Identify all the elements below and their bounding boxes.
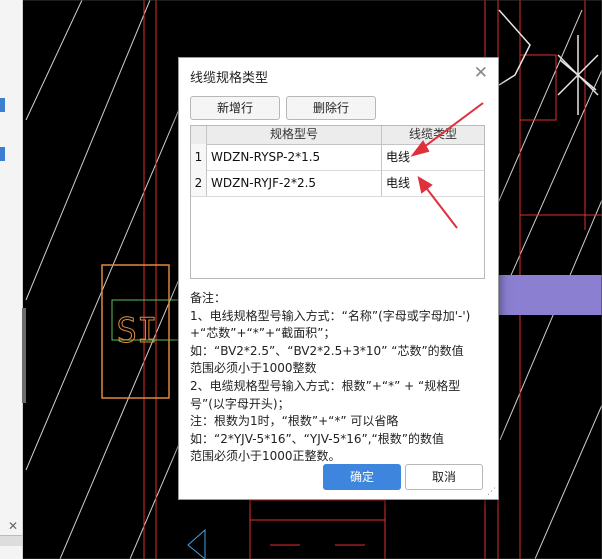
row-number: 2 [191, 170, 207, 196]
splitter-handle[interactable] [22, 308, 26, 403]
note-line: 如：“2*YJV-5*16”、“YJV-5*16”,“根数”的数值 [190, 431, 444, 446]
panel-selection-marker[interactable] [0, 147, 5, 161]
cable-type-cell[interactable]: 电线 [382, 170, 484, 196]
table-header: 规格型号 线缆类型 [191, 126, 484, 145]
row-number: 1 [191, 144, 207, 170]
panel-scrollbar[interactable] [0, 535, 22, 546]
ok-button[interactable]: 确定 [323, 464, 401, 490]
column-header-spec[interactable]: 规格型号 [207, 126, 382, 144]
spec-table: 规格型号 线缆类型 1 WDZN-RYSP-2*1.5 电线 2 WDZN-RY… [190, 125, 485, 279]
resize-grip-icon[interactable]: ⋰ [487, 488, 496, 497]
spec-cell[interactable]: WDZN-RYJF-2*2.5 [207, 170, 382, 196]
corner-marker [187, 528, 206, 559]
note-line: 号”(以字母开头)； [190, 396, 290, 411]
delete-row-button[interactable]: 删除行 [286, 96, 376, 120]
add-row-button[interactable]: 新增行 [190, 96, 280, 120]
table-row[interactable]: 2 WDZN-RYJF-2*2.5 电线 [191, 170, 484, 197]
dialog-title: 线缆规格类型 [190, 71, 269, 86]
column-header-cable-type[interactable]: 线缆类型 [382, 126, 484, 144]
corner-cell [191, 126, 207, 144]
note-line: +“芯数”+“*”+“截面积”； [190, 326, 336, 341]
note-line: 范围必须小于1000整数 [190, 361, 317, 376]
note-line: 注：根数为1时，“根数”+“*” 可以省略 [190, 414, 399, 429]
note-line: 1、电线规格型号输入方式：“名称”(字母或字母加'-') [190, 308, 471, 323]
note-line: 如：“BV2*2.5”、“BV2*2.5+3*10” “芯数”的数值 [190, 343, 464, 358]
selected-band [498, 275, 602, 315]
note-line: 备注： [190, 291, 227, 305]
cable-type-cell[interactable]: 电线 [382, 144, 484, 170]
table-row[interactable]: 1 WDZN-RYSP-2*1.5 电线 [191, 144, 484, 171]
white-symbols [498, 9, 599, 115]
notes-text: 备注： 1、电线规格型号输入方式：“名称”(字母或字母加'-') +“芯数”+“… [190, 290, 490, 466]
cable-spec-dialog: 线缆规格类型 ✕ 新增行 删除行 规格型号 线缆类型 1 WDZN-RYSP-2… [178, 57, 499, 500]
note-line: 2、电缆规格型号输入方式：根数”+“*” + “规格型 [190, 378, 461, 393]
cancel-button[interactable]: 取消 [405, 464, 483, 490]
spec-cell[interactable]: WDZN-RYSP-2*1.5 [207, 144, 382, 170]
close-icon[interactable]: ✕ [8, 520, 18, 532]
close-icon[interactable]: ✕ [474, 64, 488, 82]
left-panel: ✕ [0, 0, 23, 559]
cad-label-si: SI [117, 311, 158, 351]
panel-selection-marker[interactable] [0, 98, 5, 112]
